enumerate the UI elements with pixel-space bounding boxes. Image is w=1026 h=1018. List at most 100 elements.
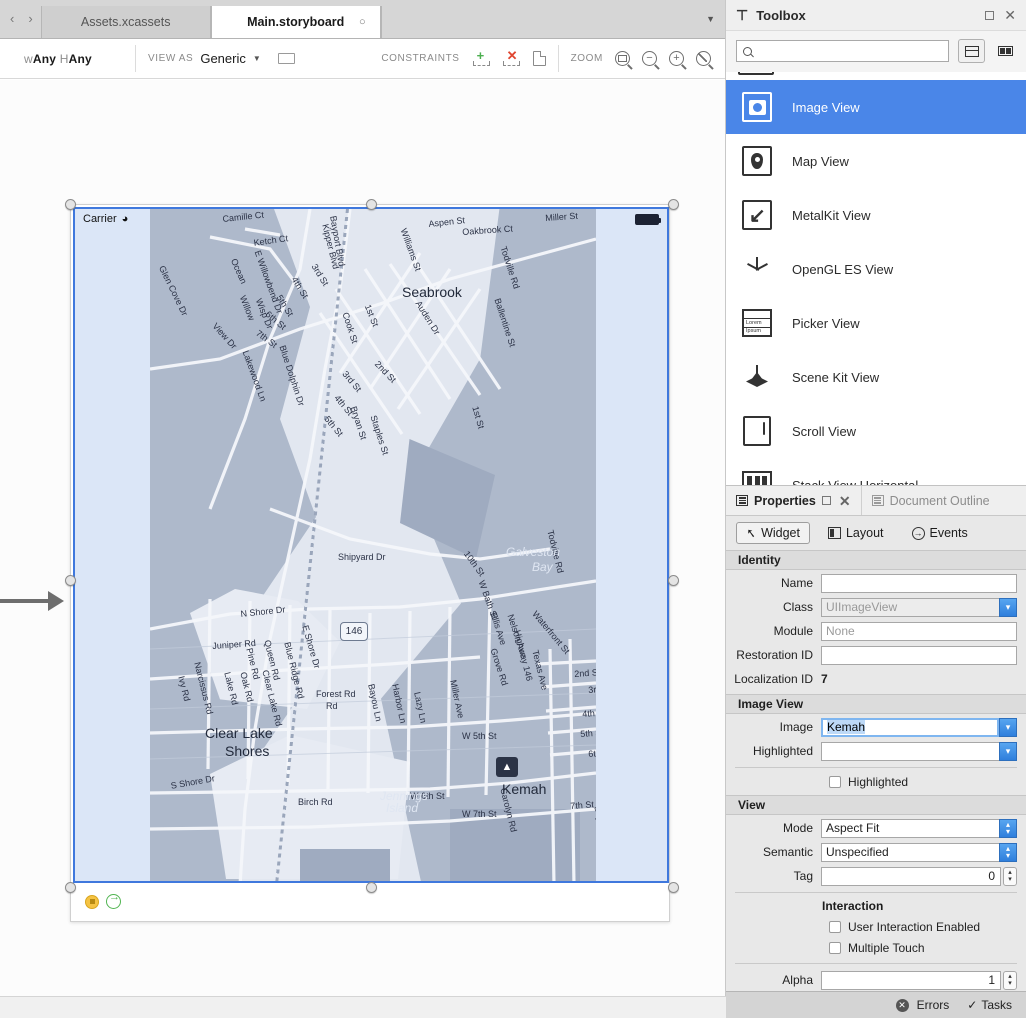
view-as-control[interactable]: VIEW AS Generic ▼ <box>136 51 307 66</box>
tab-bar: ‹ › Assets.xcassets Main.storyboard ○ ▼ <box>0 0 725 39</box>
divider <box>735 963 1017 964</box>
storyboard-canvas[interactable]: Carrier ◕ <box>0 80 725 996</box>
tab-assets-xcassets[interactable]: Assets.xcassets <box>41 6 211 38</box>
minimize-icon[interactable] <box>822 496 831 505</box>
dash-line <box>503 61 520 66</box>
close-icon[interactable]: ✕ <box>1004 8 1016 22</box>
errors-indicator[interactable]: ✕ Errors <box>896 998 950 1012</box>
tab-label: Properties <box>754 494 816 508</box>
alpha-stepper[interactable]: ▴▾ <box>1003 971 1017 990</box>
resize-handle-middle-left[interactable] <box>65 575 76 586</box>
highlighted-image-combo[interactable]: ▾ <box>821 742 1017 761</box>
tab-main-storyboard[interactable]: Main.storyboard ○ <box>211 6 381 38</box>
exit-object-icon[interactable] <box>106 894 121 909</box>
zoom-to-fit-icon[interactable] <box>615 51 630 66</box>
toolbox-item-scene-kit-view[interactable]: Scene Kit View <box>726 350 1026 404</box>
name-input[interactable] <box>821 574 1017 593</box>
toolbox-item-map-view[interactable]: Map View <box>726 134 1026 188</box>
row-highlighted-checkbox[interactable]: Highlighted <box>726 771 1026 792</box>
toolbox-item-list[interactable]: Image View Map View ↘ MetalKit View Open… <box>726 72 1026 485</box>
stepper-icon[interactable]: ▴▾ <box>999 843 1017 862</box>
highlighted-checkbox[interactable] <box>829 776 841 788</box>
chevron-down-icon[interactable]: ▾ <box>999 598 1017 617</box>
zoom-in-icon[interactable]: + <box>669 51 684 66</box>
tab-close-icon[interactable]: ○ <box>359 16 366 28</box>
errors-label: Errors <box>917 998 950 1012</box>
toolbox-item-label: Scroll View <box>792 424 856 439</box>
tab-document-outline[interactable]: Document Outline <box>861 486 1000 515</box>
editor-status-bar <box>0 996 726 1018</box>
tag-stepper[interactable]: ▴▾ <box>1003 867 1017 886</box>
picker-line-2: Ipsum <box>744 327 770 335</box>
toolbox-item-scroll-view[interactable]: Scroll View <box>726 404 1026 458</box>
semantic-combo[interactable]: Unspecified ▴▾ <box>821 843 1017 862</box>
field-label: Tag <box>726 869 821 883</box>
restoration-id-input[interactable] <box>821 646 1017 665</box>
tab-overflow-caret-icon[interactable]: ▼ <box>706 0 725 38</box>
resize-handle-bottom-center[interactable] <box>366 882 377 893</box>
image-value-wrap: Kemah <box>821 718 999 737</box>
row-multiple-touch[interactable]: Multiple Touch <box>726 937 1026 958</box>
segment-widget[interactable]: ➚ Widget <box>736 522 810 544</box>
section-image-view: Image View <box>726 694 1026 714</box>
root-view[interactable]: Carrier ◕ <box>73 207 669 883</box>
row-user-interaction-enabled[interactable]: User Interaction Enabled <box>726 916 1026 937</box>
map-place-label: Galveston <box>506 545 560 559</box>
minimize-icon[interactable] <box>985 11 994 20</box>
section-identity: Identity <box>726 550 1026 570</box>
multiple-touch-checkbox[interactable] <box>829 942 841 954</box>
class-combo[interactable]: UIImageView ▾ <box>821 598 1017 617</box>
image-view-kemah-map[interactable]: Ketch CtCamille CtOceanE Willowbend DrGl… <box>150 209 596 883</box>
toolbox-item-label: Scene Kit View <box>792 370 879 385</box>
chevron-down-icon[interactable]: ▾ <box>999 718 1017 737</box>
grid-view-button[interactable] <box>994 39 1016 63</box>
chevron-down-icon[interactable]: ▼ <box>253 54 261 63</box>
divider <box>735 767 1017 768</box>
segment-events[interactable]: → Events <box>902 522 978 544</box>
toolbox-item-metalkit-view[interactable]: ↘ MetalKit View <box>726 188 1026 242</box>
close-icon[interactable]: ✕ <box>839 494 851 508</box>
resolve-issues-icon[interactable] <box>533 51 546 66</box>
clear-constraint-icon[interactable]: ✕ <box>503 50 520 67</box>
map-street-label: 2nd St <box>574 667 596 679</box>
module-input[interactable]: None <box>821 622 1017 641</box>
size-class-h-value: Any <box>69 52 92 66</box>
toolbox-item-picker-view[interactable]: Lorem Ipsum Picker View <box>726 296 1026 350</box>
events-icon: → <box>912 527 925 540</box>
toolbox-item-image-view[interactable]: Image View <box>726 80 1026 134</box>
search-input[interactable] <box>757 43 942 59</box>
device-orientation-icon[interactable] <box>278 53 295 64</box>
chevron-down-icon[interactable]: ▾ <box>999 742 1017 761</box>
resize-handle-top-right[interactable] <box>668 199 679 210</box>
size-class-indicator[interactable]: wAny HAny <box>0 52 135 66</box>
zoom-actual-size-icon[interactable] <box>696 51 711 66</box>
search-box[interactable] <box>736 40 949 62</box>
view-controller-badge-icon[interactable] <box>85 895 99 909</box>
tag-input[interactable]: 0 <box>821 867 1001 886</box>
zoom-out-icon[interactable]: − <box>642 51 657 66</box>
tab-bar-spacer <box>381 6 706 38</box>
list-view-button[interactable] <box>958 39 985 63</box>
checkbox-label: User Interaction Enabled <box>848 920 980 934</box>
alpha-input[interactable]: 1 <box>821 971 1001 990</box>
forward-arrow-icon[interactable]: › <box>28 12 32 25</box>
tab-properties[interactable]: Properties ✕ <box>726 486 861 515</box>
segment-layout[interactable]: Layout <box>818 522 894 544</box>
resize-handle-bottom-left[interactable] <box>65 882 76 893</box>
toolbox-item-opengl-es-view[interactable]: OpenGL ES View <box>726 242 1026 296</box>
field-label: Semantic <box>726 845 821 859</box>
stepper-icon[interactable]: ▴▾ <box>999 819 1017 838</box>
image-combo[interactable]: Kemah ▾ <box>821 718 1017 737</box>
user-interaction-enabled-checkbox[interactable] <box>829 921 841 933</box>
tasks-indicator[interactable]: ✓ Tasks <box>967 998 1012 1012</box>
row-module: Module None <box>726 620 1026 642</box>
toolbox-item-stack-view-horizontal[interactable]: Stack View Horizontal <box>726 458 1026 485</box>
view-controller-scene[interactable]: Carrier ◕ <box>70 204 670 922</box>
resize-handle-bottom-right[interactable] <box>668 882 679 893</box>
mode-combo[interactable]: Aspect Fit ▴▾ <box>821 819 1017 838</box>
field-label: Highlighted <box>726 744 821 758</box>
resize-handle-middle-right[interactable] <box>668 575 679 586</box>
back-arrow-icon[interactable]: ‹ <box>10 12 14 25</box>
toolbox-item-label: Stack View Horizontal <box>792 478 918 486</box>
add-constraint-icon[interactable]: + <box>473 50 490 67</box>
